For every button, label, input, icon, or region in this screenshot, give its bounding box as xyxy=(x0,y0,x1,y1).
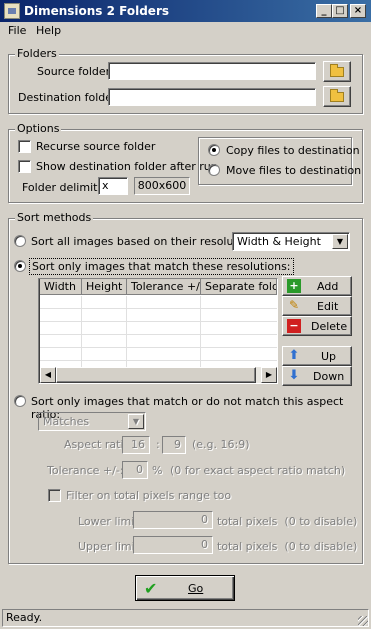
aspect-example-hint: (e.g. 16:9) xyxy=(192,438,250,451)
window-title: Dimensions 2 Folders xyxy=(24,4,170,18)
destination-folder-input[interactable] xyxy=(108,88,316,106)
filter-pixels-label: Filter on total pixels range too xyxy=(66,489,232,502)
down-button-label: Down xyxy=(313,370,345,383)
recurse-label: Recurse source folder xyxy=(36,140,156,153)
minimize-button[interactable]: _ xyxy=(316,4,332,18)
title-bar[interactable]: Dimensions 2 Folders _ □ × xyxy=(0,0,371,22)
tolerance-label: Tolerance +/-: xyxy=(47,464,124,477)
minus-icon: − xyxy=(287,319,301,333)
show-destination-label: Show destination folder after run xyxy=(36,160,218,173)
scrollbar-thumb[interactable] xyxy=(56,367,256,383)
aspect-match-select[interactable]: Matches ▼ xyxy=(38,412,146,431)
sort-methods-group-label: Sort methods xyxy=(15,211,94,224)
lower-limit-hint: total pixels (0 to disable) xyxy=(217,515,358,528)
column-header-height[interactable]: Height xyxy=(82,279,127,295)
delete-button-label: Delete xyxy=(311,320,348,333)
resolution-mode-select[interactable]: Width & Height ▼ xyxy=(232,232,350,251)
move-files-label: Move files to destination xyxy=(226,164,362,177)
sort-all-label: Sort all images based on their resolutio… xyxy=(31,235,264,248)
scroll-right-icon[interactable]: ▶ xyxy=(261,367,277,383)
sort-only-radio[interactable] xyxy=(14,260,26,272)
resize-grip-icon[interactable] xyxy=(358,616,368,626)
column-header-separate-folder[interactable]: Separate folde xyxy=(201,279,277,295)
chevron-down-icon[interactable]: ▼ xyxy=(128,414,144,429)
status-bar: Ready. xyxy=(2,609,369,627)
up-button-label: Up xyxy=(321,350,337,363)
down-button[interactable]: ⬇ Down xyxy=(282,366,352,386)
folders-group-label: Folders xyxy=(15,47,59,60)
status-text: Ready. xyxy=(6,611,43,624)
aspect-height-input[interactable]: 9 xyxy=(162,436,186,454)
edit-button[interactable]: ✎ Edit xyxy=(282,296,352,316)
close-button[interactable]: × xyxy=(350,4,366,18)
show-destination-checkbox[interactable] xyxy=(18,160,31,173)
upper-limit-input[interactable]: 0 xyxy=(133,536,213,554)
menu-help[interactable]: Help xyxy=(36,24,61,37)
aspect-separator: : xyxy=(156,438,160,451)
sort-aspect-radio[interactable] xyxy=(14,395,26,407)
aspect-width-input[interactable]: 16 xyxy=(122,436,150,454)
column-divider xyxy=(126,296,127,367)
add-button[interactable]: + Add xyxy=(282,276,352,296)
go-button-label: Go xyxy=(188,582,204,595)
upper-limit-hint: total pixels (0 to disable) xyxy=(217,540,358,553)
tolerance-unit: % xyxy=(152,464,163,477)
column-divider xyxy=(200,296,201,367)
browse-source-button[interactable] xyxy=(323,61,351,82)
menu-bar: File Help xyxy=(0,22,371,40)
maximize-button[interactable]: □ xyxy=(332,4,348,18)
plus-icon: + xyxy=(287,279,301,293)
sort-only-label: Sort only images that match these resolu… xyxy=(29,258,294,275)
options-group-label: Options xyxy=(15,122,62,135)
lower-limit-input[interactable]: 0 xyxy=(133,511,213,529)
source-folder-label: Source folder: xyxy=(37,65,114,78)
column-header-width[interactable]: Width xyxy=(40,279,82,295)
table-body[interactable] xyxy=(40,296,277,367)
arrow-up-icon: ⬆ xyxy=(288,348,300,363)
scroll-left-icon[interactable]: ◀ xyxy=(40,367,56,383)
pencil-icon: ✎ xyxy=(288,298,300,312)
horizontal-scrollbar[interactable]: ◀ ▶ xyxy=(40,367,277,383)
destination-folder-label: Destination folder: xyxy=(18,91,121,104)
app-icon xyxy=(4,3,20,19)
aspect-match-value: Matches xyxy=(43,415,90,428)
edit-button-label: Edit xyxy=(317,300,339,313)
recurse-checkbox[interactable] xyxy=(18,140,31,153)
folder-delimiter-input[interactable]: x xyxy=(98,177,128,195)
delimiter-preview: 800x600 xyxy=(134,177,190,195)
copy-files-label: Copy files to destination xyxy=(226,144,360,157)
column-header-tolerance[interactable]: Tolerance +/- xyxy=(127,279,201,295)
go-button[interactable]: ✔ Go xyxy=(135,575,235,601)
folder-icon xyxy=(330,64,344,77)
add-button-label: Add xyxy=(317,280,339,293)
folder-icon xyxy=(330,89,344,102)
up-button[interactable]: ⬆ Up xyxy=(282,346,352,366)
resolutions-table[interactable]: Width Height Tolerance +/- Separate fold… xyxy=(38,278,278,384)
column-divider xyxy=(81,296,82,367)
move-files-radio[interactable] xyxy=(208,164,220,176)
chevron-down-icon[interactable]: ▼ xyxy=(332,234,348,249)
delete-button[interactable]: − Delete xyxy=(282,316,352,336)
sort-all-radio[interactable] xyxy=(14,235,26,247)
browse-destination-button[interactable] xyxy=(323,86,351,107)
arrow-down-icon: ⬇ xyxy=(288,368,300,383)
copy-files-radio[interactable] xyxy=(208,144,220,156)
menu-file[interactable]: File xyxy=(8,24,26,37)
tolerance-hint: (0 for exact aspect ratio match) xyxy=(170,464,346,477)
checkmark-icon: ✔ xyxy=(144,579,158,598)
filter-pixels-checkbox[interactable] xyxy=(48,489,61,502)
resolution-mode-value: Width & Height xyxy=(237,235,321,248)
source-folder-input[interactable] xyxy=(108,62,316,80)
tolerance-input[interactable]: 0 xyxy=(122,461,148,479)
